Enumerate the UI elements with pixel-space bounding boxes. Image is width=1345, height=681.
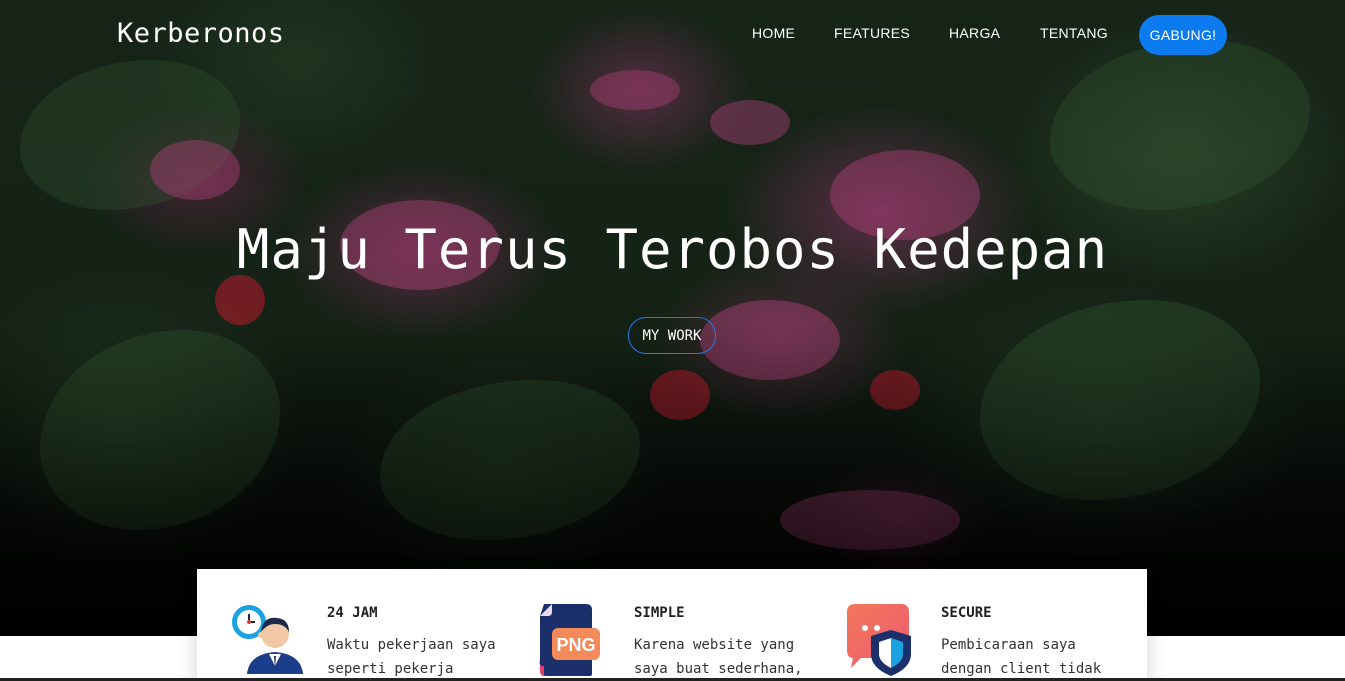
join-button[interactable]: GABUNG! bbox=[1139, 15, 1227, 55]
feature-description: Karena website yang saya buat sederhana, bbox=[634, 637, 803, 677]
nav-tentang[interactable]: TENTANG bbox=[1040, 25, 1108, 41]
feature-title: 24 JAM bbox=[327, 605, 378, 621]
background-flower bbox=[215, 275, 265, 325]
background-leaf bbox=[20, 60, 240, 210]
hero-title: Maju Terus Terobos Kedepan bbox=[236, 218, 1109, 281]
nav-home[interactable]: HOME bbox=[752, 25, 795, 41]
feature-description: Waktu pekerjaan saya seperti pekerja bbox=[327, 637, 496, 677]
clock-person-icon bbox=[232, 605, 303, 674]
background-flower bbox=[700, 300, 840, 380]
feature-description: Pembicaraan saya dengan client tidak bbox=[941, 637, 1102, 677]
feature-title: SECURE bbox=[941, 605, 992, 621]
my-work-button[interactable]: MY WORK bbox=[628, 317, 716, 354]
nav-features[interactable]: FEATURES bbox=[834, 25, 910, 41]
png-file-icon: PNG bbox=[539, 604, 600, 676]
background-leaf bbox=[40, 330, 280, 530]
background-flower bbox=[590, 70, 680, 110]
chat-shield-icon bbox=[847, 604, 911, 676]
nav-harga[interactable]: HARGA bbox=[949, 25, 1000, 41]
background-flower bbox=[650, 370, 710, 420]
background-flower bbox=[870, 370, 920, 410]
background-flower bbox=[780, 490, 960, 550]
background-flower bbox=[710, 100, 790, 145]
background-leaf bbox=[1050, 40, 1310, 210]
feature-title: SIMPLE bbox=[634, 605, 685, 621]
background-leaf bbox=[980, 300, 1260, 500]
background-flower bbox=[150, 140, 240, 200]
png-label: PNG bbox=[556, 635, 595, 655]
features-card: 24 JAM Waktu pekerjaan saya seperti peke… bbox=[197, 569, 1147, 681]
brand-logo[interactable]: Kerberonos bbox=[117, 18, 285, 49]
background-leaf bbox=[380, 380, 640, 540]
